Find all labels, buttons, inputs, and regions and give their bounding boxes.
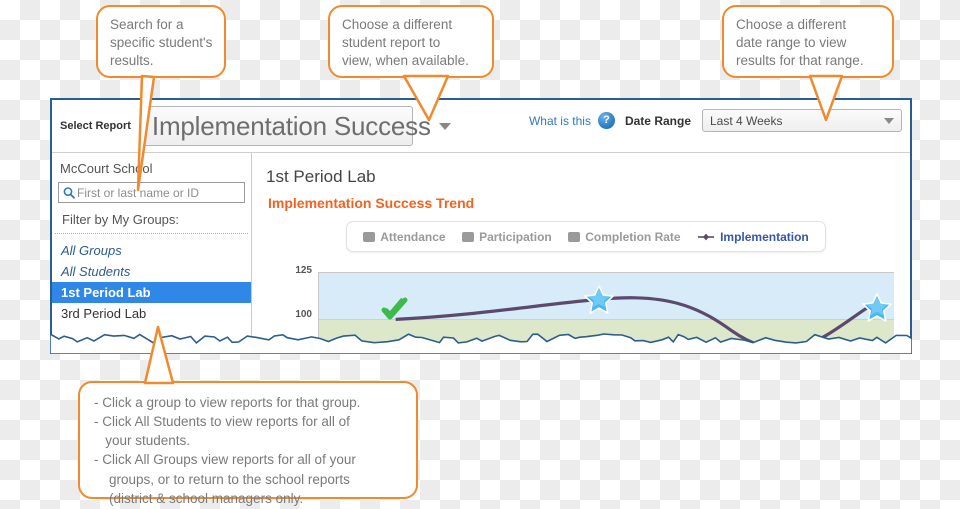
legend-label: Completion Rate (585, 229, 681, 244)
sidebar: McCourt School Filter by My Groups: All … (52, 153, 252, 348)
callout-line: - Click All Students to view reports for… (94, 414, 350, 430)
legend-label: Implementation (720, 229, 809, 244)
date-range-dropdown[interactable]: Last 4 Weeks (702, 109, 902, 132)
line-diamond-marker-icon (698, 233, 715, 240)
callout-line: date range to view (736, 35, 847, 51)
callout-line: view, when available. (342, 53, 469, 69)
chevron-down-icon (884, 117, 894, 124)
search-callout: Search for a specific student's results. (96, 5, 226, 78)
callout-line: your students. (94, 433, 191, 449)
student-search-box[interactable] (58, 182, 245, 203)
callout-line: results for that range. (736, 53, 864, 69)
callout-line: results. (110, 53, 154, 69)
y-tick-label: 125 (295, 265, 312, 276)
legend-swatch-icon (568, 231, 581, 242)
chevron-down-icon (438, 122, 451, 130)
date-range-value: Last 4 Weeks (710, 113, 783, 128)
report-callout: Choose a different student report to vie… (328, 5, 494, 78)
check-marker-icon (381, 297, 408, 320)
callout-line: Search for a (110, 17, 184, 32)
report-select-value: Implementation Success (151, 110, 431, 141)
chart-title: Implementation Success Trend (268, 195, 475, 211)
date-callout: Choose a different date range to view re… (722, 5, 894, 78)
school-name: McCourt School (60, 161, 153, 176)
select-report-label: Select Report (60, 120, 131, 132)
chart-plot-area: 125 100 (266, 265, 910, 348)
divider (55, 233, 248, 234)
app-header: Select Report Implementation Success Wha… (52, 100, 910, 153)
callout-line: (district & school managers only. (94, 490, 304, 506)
callout-line: specific student's (110, 35, 213, 51)
sidebar-item-all-students[interactable]: All Students (52, 261, 251, 282)
legend-swatch-icon (363, 231, 376, 242)
callout-line: Choose a different (342, 17, 453, 32)
groups-callout: - Click a group to view reports for that… (78, 381, 418, 506)
what-is-this-link[interactable]: What is this (529, 114, 591, 128)
callout-line: Choose a different (736, 17, 847, 32)
legend-swatch-icon (462, 231, 475, 242)
question-mark-icon[interactable]: ? (597, 112, 615, 129)
legend-item-participation[interactable]: Participation (462, 230, 552, 244)
date-range-label: Date Range (624, 113, 691, 128)
y-tick-label: 100 (295, 309, 312, 320)
callout-line: - Click All Groups view reports for all … (94, 452, 356, 468)
filter-by-groups-label: Filter by My Groups: (62, 212, 180, 227)
search-input[interactable] (77, 185, 244, 200)
sidebar-item-3rd-period-lab[interactable]: 3rd Period Lab (52, 303, 251, 324)
chart-legend: Attendance Participation Completion Rate… (346, 221, 826, 252)
main-content: 1st Period Lab Implementation Success Tr… (252, 153, 910, 348)
application-window: Select Report Implementation Success Wha… (50, 98, 912, 348)
star-marker-icon (583, 284, 614, 314)
app-body: McCourt School Filter by My Groups: All … (52, 153, 910, 348)
star-marker-icon (862, 293, 893, 323)
legend-item-attendance[interactable]: Attendance (363, 229, 446, 244)
legend-label: Attendance (380, 229, 446, 244)
legend-item-completion-rate[interactable]: Completion Rate (568, 229, 681, 244)
header-right-controls: What is this ? Date Range Last 4 Weeks (529, 109, 902, 132)
callout-line: groups, or to return to the school repor… (94, 471, 350, 487)
magnifier-icon (63, 186, 75, 199)
callout-line: student report to (342, 35, 441, 51)
sidebar-item-all-groups[interactable]: All Groups (52, 240, 251, 261)
legend-item-implementation[interactable]: Implementation (697, 230, 809, 244)
page-title: 1st Period Lab (266, 167, 376, 186)
legend-label: Participation (479, 229, 552, 244)
plot-canvas (318, 272, 894, 348)
sidebar-item-1st-period-lab[interactable]: 1st Period Lab (52, 282, 251, 303)
callout-line: - Click a group to view reports for that… (94, 395, 361, 410)
report-select-dropdown[interactable]: Implementation Success (140, 106, 451, 146)
